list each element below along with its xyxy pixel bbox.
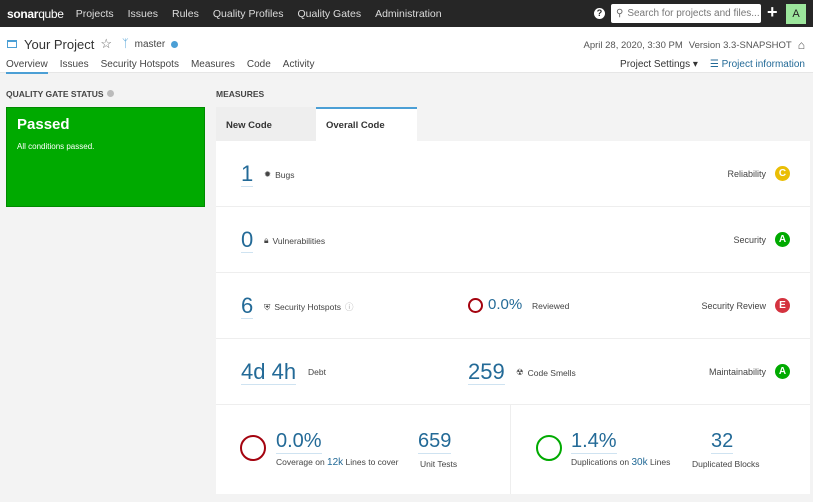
maintainability-rating[interactable]: A bbox=[775, 364, 790, 379]
tab-measures[interactable]: Measures bbox=[191, 59, 235, 74]
hotspots-row: 6 ⛨ Security Hotspots ⓘ 0.0% Reviewed Secu… bbox=[216, 273, 810, 339]
main-nav: Projects Issues Rules Quality Profiles Quali… bbox=[76, 8, 456, 20]
bugs-row: 1 ✹ Bugs Reliability C bbox=[216, 141, 810, 207]
coverage-ring-icon bbox=[240, 435, 266, 461]
code-smell-icon: ☢ bbox=[516, 367, 524, 377]
divider bbox=[510, 404, 511, 494]
tab-security-hotspots[interactable]: Security Hotspots bbox=[101, 59, 179, 74]
project-information-link[interactable]: ☰ Project information bbox=[710, 59, 805, 70]
create-button[interactable]: + bbox=[767, 2, 778, 23]
reliability-rating[interactable]: C bbox=[775, 166, 790, 181]
nav-projects[interactable]: Projects bbox=[76, 8, 114, 20]
bug-icon: ✹ bbox=[264, 169, 272, 179]
analysis-date: April 28, 2020, 3:30 PM bbox=[583, 39, 683, 51]
home-icon[interactable]: ⌂ bbox=[798, 38, 805, 52]
branch-settings-icon[interactable] bbox=[171, 40, 179, 48]
project-header: Your Project ☆ ᛉ master April 28, 2020, … bbox=[0, 27, 813, 74]
project-icon bbox=[7, 40, 17, 48]
quality-gate-status: Passed All conditions passed. bbox=[6, 107, 205, 207]
maintainability-row: 4d 4h Debt 259 ☢ Code Smells Maintainabil… bbox=[216, 339, 810, 405]
nav-quality-profiles[interactable]: Quality Profiles bbox=[213, 8, 284, 20]
code-smells-value[interactable]: 259 bbox=[468, 360, 505, 385]
list-icon: ☰ bbox=[709, 59, 722, 70]
help-icon[interactable]: ⓘ bbox=[345, 301, 354, 313]
avatar[interactable]: A bbox=[786, 4, 806, 24]
unit-tests-value[interactable]: 659 bbox=[418, 429, 452, 454]
nav-issues[interactable]: Issues bbox=[128, 8, 158, 20]
debt-value[interactable]: 4d 4h bbox=[241, 360, 297, 385]
tab-new-code[interactable]: New Code bbox=[216, 107, 316, 141]
duplicated-blocks-value[interactable]: 32 bbox=[711, 429, 734, 454]
vulnerabilities-value[interactable]: 0 bbox=[241, 228, 254, 253]
version: Version 3.3-SNAPSHOT bbox=[688, 39, 792, 51]
tab-activity[interactable]: Activity bbox=[283, 59, 315, 74]
project-settings-dropdown[interactable]: Project Settings ▾ bbox=[620, 59, 698, 70]
tab-issues[interactable]: Issues bbox=[60, 59, 89, 74]
hotspots-value[interactable]: 6 bbox=[241, 294, 254, 319]
help-icon[interactable] bbox=[106, 90, 114, 97]
lines-to-cover-link[interactable]: 12k bbox=[327, 457, 343, 468]
reviewed-value[interactable]: 0.0% bbox=[488, 296, 522, 314]
help-icon[interactable]: ? bbox=[594, 8, 605, 19]
tab-overview[interactable]: Overview bbox=[6, 59, 48, 74]
quality-gate-message: All conditions passed. bbox=[17, 142, 95, 151]
top-navbar: sonarqube Projects Issues Rules Quality Pro… bbox=[0, 0, 813, 27]
nav-rules[interactable]: Rules bbox=[172, 8, 199, 20]
lock-icon: 🔒︎ bbox=[264, 235, 269, 245]
shield-icon: ⛨ bbox=[264, 301, 271, 312]
search-input[interactable]: ⚲ Search for projects and files... bbox=[611, 4, 761, 23]
branch-name[interactable]: master bbox=[135, 39, 166, 50]
quality-gate-result: Passed bbox=[17, 116, 70, 133]
sonarqube-logo[interactable]: sonarqube bbox=[7, 7, 64, 21]
coverage-label: Coverage on 12k Lines to cover bbox=[276, 457, 399, 468]
vulnerabilities-row: 0 🔒︎ Vulnerabilities Security A bbox=[216, 207, 810, 273]
branch-icon: ᛉ bbox=[122, 38, 129, 50]
duplications-ring-icon bbox=[536, 435, 562, 461]
measures-heading: MEASURES bbox=[216, 89, 265, 99]
search-icon: ⚲ bbox=[616, 8, 624, 19]
nav-administration[interactable]: Administration bbox=[375, 8, 442, 20]
tab-code[interactable]: Code bbox=[247, 59, 271, 74]
lines-link[interactable]: 30k bbox=[632, 457, 648, 468]
reviewed-ring-icon bbox=[468, 298, 483, 313]
duplications-value[interactable]: 1.4% bbox=[571, 429, 617, 454]
quality-gate-heading: QUALITY GATE STATUS bbox=[6, 89, 114, 99]
project-name[interactable]: Your Project bbox=[24, 37, 94, 52]
coverage-value[interactable]: 0.0% bbox=[276, 429, 322, 454]
tab-overall-code[interactable]: Overall Code bbox=[316, 107, 417, 141]
measures-panel: 1 ✹ Bugs Reliability C 0 🔒︎ Vulnerabilities… bbox=[216, 141, 810, 494]
security-review-rating[interactable]: E bbox=[775, 298, 790, 313]
duplications-label: Duplications on 30k Lines bbox=[571, 457, 671, 468]
star-icon[interactable]: ☆ bbox=[100, 36, 112, 52]
security-rating[interactable]: A bbox=[775, 232, 790, 247]
bugs-value[interactable]: 1 bbox=[241, 162, 254, 187]
nav-quality-gates[interactable]: Quality Gates bbox=[297, 8, 361, 20]
